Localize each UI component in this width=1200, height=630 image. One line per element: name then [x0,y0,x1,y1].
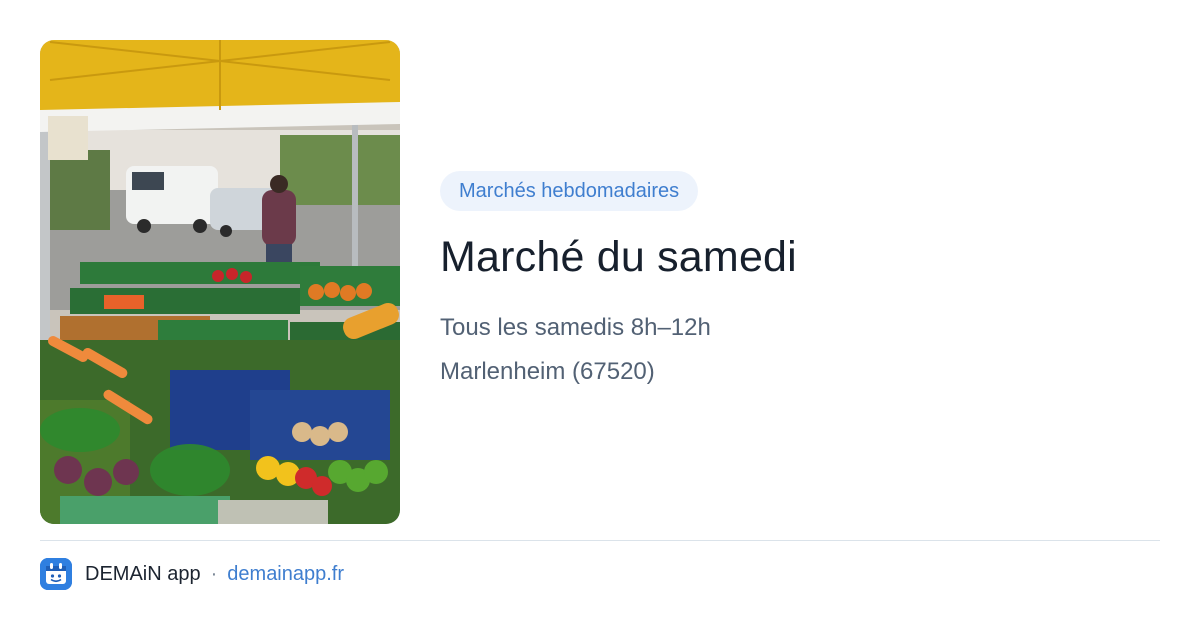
market-info: Marchés hebdomadaires Marché du samedi T… [440,171,1160,387]
footer-separator: · [210,562,218,585]
brand-name: DEMAiN app [85,562,201,585]
market-schedule: Tous les samedis 8h–12h [440,314,711,341]
footer: DEMAiN app · demainapp.fr [40,558,344,590]
domain-link[interactable]: demainapp.fr [227,563,344,586]
footer-divider [40,540,1160,541]
category-tag[interactable]: Marchés hebdomadaires [440,171,699,211]
share-card: Marchés hebdomadaires Marché du samedi T… [0,0,1200,630]
demain-app-logo-icon [40,558,72,590]
market-photo [40,40,400,524]
market-title: Marché du samedi [440,233,797,281]
market-location: Marlenheim (67520) [440,358,655,385]
